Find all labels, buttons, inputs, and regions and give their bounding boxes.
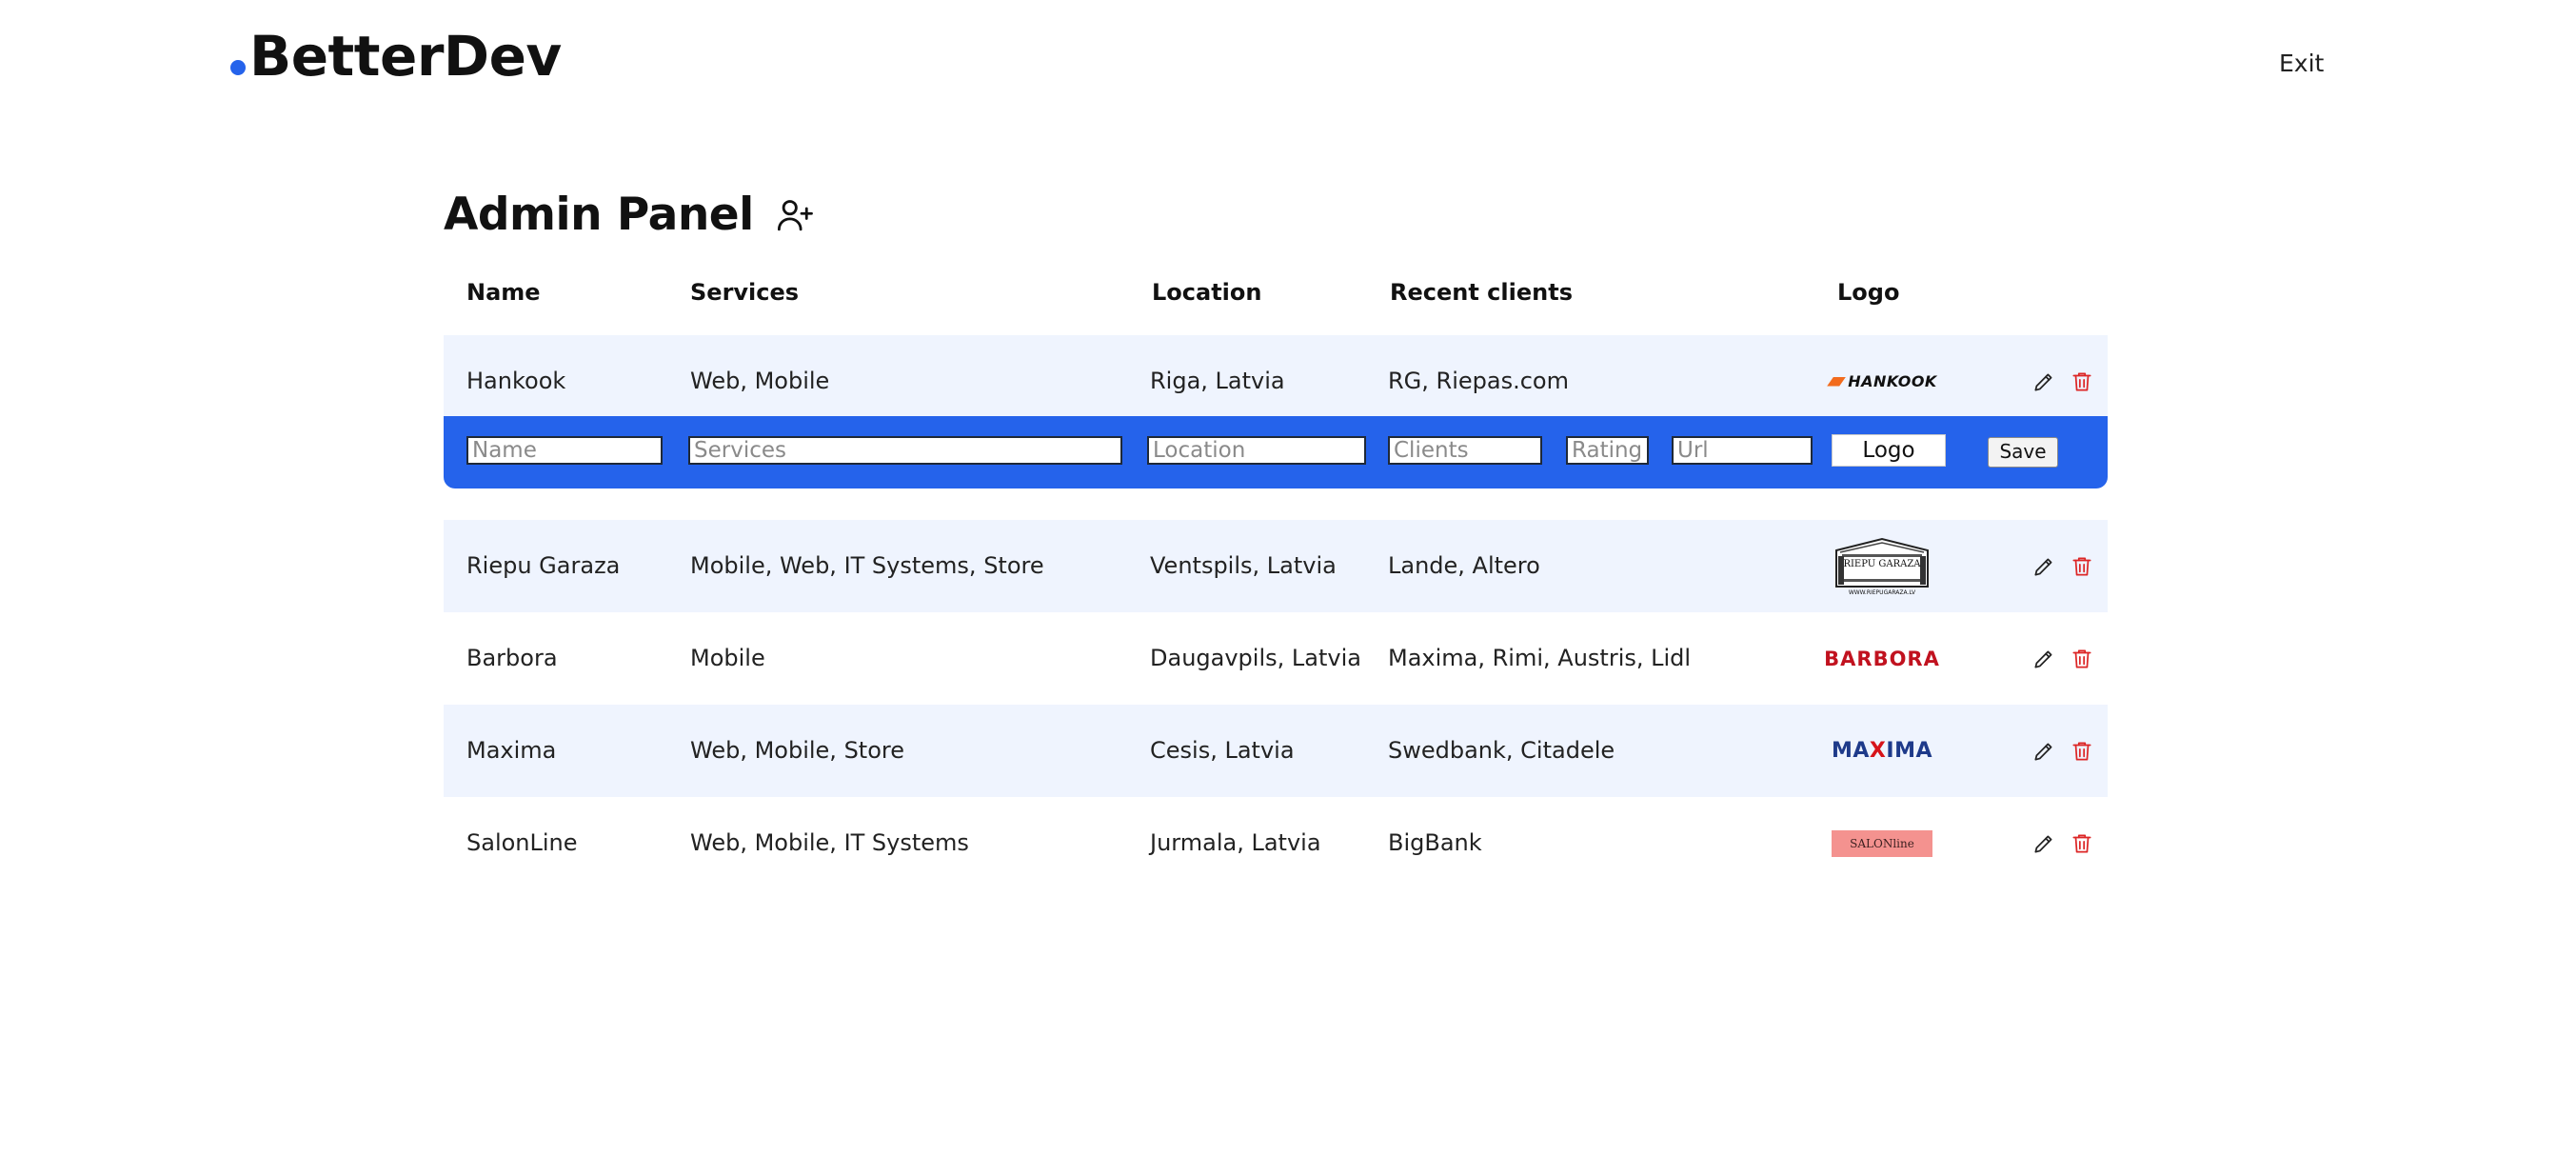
url-input[interactable] xyxy=(1672,436,1813,465)
cell-location: Ventspils, Latvia xyxy=(1150,552,1337,579)
pencil-icon[interactable] xyxy=(2031,554,2056,579)
table-row[interactable]: Maxima Web, Mobile, Store Cesis, Latvia … xyxy=(444,705,2108,797)
svg-text:WWW.RIEPUGARAZA.LV: WWW.RIEPUGARAZA.LV xyxy=(1849,589,1916,596)
save-button[interactable]: Save xyxy=(1988,437,2058,468)
column-header-name: Name xyxy=(466,279,541,306)
cell-location: Daugavpils, Latvia xyxy=(1150,645,1361,671)
cell-name: Riepu Garaza xyxy=(466,552,621,579)
table-row[interactable]: Riepu Garaza Mobile, Web, IT Systems, St… xyxy=(444,520,2108,612)
cell-name: Hankook xyxy=(466,368,566,394)
pencil-icon[interactable] xyxy=(2031,739,2056,764)
table-row[interactable]: Hankook Web, Mobile Riga, Latvia RG, Rie… xyxy=(444,335,2108,416)
column-header-logo: Logo xyxy=(1837,279,1900,306)
rating-input[interactable] xyxy=(1566,436,1649,465)
table-header: Name Services Location Recent clients Lo… xyxy=(444,271,2108,334)
column-header-location: Location xyxy=(1152,279,1262,306)
logo-text: HANKOOK xyxy=(1848,372,1937,390)
location-input[interactable] xyxy=(1147,436,1366,465)
name-input[interactable] xyxy=(466,436,663,465)
page-header: Admin Panel xyxy=(444,189,815,242)
riepu-garaza-logo-icon: RIEPU GARAZA WWW.RIEPUGARAZA.LV xyxy=(1835,537,1929,596)
company-logo: MAXIMA xyxy=(1830,705,1934,797)
svg-text:RIEPU GARAZA: RIEPU GARAZA xyxy=(1843,559,1921,569)
cell-clients: RG, Riepas.com xyxy=(1388,368,1569,394)
company-logo: SALONline xyxy=(1830,797,1934,889)
pencil-icon[interactable] xyxy=(2031,369,2056,394)
company-logo: HANKOOK xyxy=(1827,335,1937,428)
cell-services: Mobile xyxy=(690,645,765,671)
row-actions xyxy=(2031,520,2094,612)
user-plus-icon[interactable] xyxy=(775,195,815,235)
company-logo: RIEPU GARAZA WWW.RIEPUGARAZA.LV xyxy=(1830,520,1934,612)
row-actions xyxy=(2031,612,2094,705)
cell-location: Riga, Latvia xyxy=(1150,368,1285,394)
logo-text: SALONline xyxy=(1832,829,1932,857)
pencil-icon[interactable] xyxy=(2031,647,2056,671)
logo-upload-button[interactable]: Logo xyxy=(1832,434,1946,467)
cell-services: Web, Mobile xyxy=(690,368,830,394)
page-title: Admin Panel xyxy=(444,189,754,241)
table-row[interactable]: Barbora Mobile Daugavpils, Latvia Maxima… xyxy=(444,612,2108,705)
trash-icon[interactable] xyxy=(2070,554,2094,579)
edit-form-row: Logo Save xyxy=(444,416,2108,488)
cell-name: Barbora xyxy=(466,645,558,671)
cell-location: Jurmala, Latvia xyxy=(1150,829,1321,856)
cell-name: SalonLine xyxy=(466,829,578,856)
row-actions xyxy=(2031,335,2094,428)
cell-services: Mobile, Web, IT Systems, Store xyxy=(690,552,1044,579)
cell-services: Web, Mobile, IT Systems xyxy=(690,829,969,856)
cell-name: Maxima xyxy=(466,737,557,764)
company-logo: BARBORA xyxy=(1824,612,1939,705)
cell-location: Cesis, Latvia xyxy=(1150,737,1295,764)
trash-icon[interactable] xyxy=(2070,739,2094,764)
column-header-services: Services xyxy=(690,279,800,306)
exit-link[interactable]: Exit xyxy=(2279,50,2324,77)
hankook-mark-icon xyxy=(1827,376,1847,387)
column-header-clients: Recent clients xyxy=(1390,279,1573,306)
brand-logo[interactable]: BetterDev xyxy=(230,29,562,84)
cell-clients: BigBank xyxy=(1388,829,1482,856)
logo-text: MAXIMA xyxy=(1832,739,1932,763)
trash-icon[interactable] xyxy=(2070,831,2094,856)
companies-table: Name Services Location Recent clients Lo… xyxy=(444,271,2108,857)
cell-clients: Swedbank, Citadele xyxy=(1388,737,1615,764)
cell-clients: Maxima, Rimi, Austris, Lidl xyxy=(1388,645,1692,671)
trash-icon[interactable] xyxy=(2070,647,2094,671)
cell-clients: Lande, Altero xyxy=(1388,552,1540,579)
clients-input[interactable] xyxy=(1388,436,1542,465)
cell-services: Web, Mobile, Store xyxy=(690,737,904,764)
brand-name: BetterDev xyxy=(249,24,562,89)
table-row[interactable]: SalonLine Web, Mobile, IT Systems Jurmal… xyxy=(444,797,2108,889)
brand-dot xyxy=(230,60,246,75)
trash-icon[interactable] xyxy=(2070,369,2094,394)
logo-text: BARBORA xyxy=(1824,647,1940,670)
services-input[interactable] xyxy=(688,436,1122,465)
row-actions xyxy=(2031,705,2094,797)
row-actions xyxy=(2031,797,2094,889)
pencil-icon[interactable] xyxy=(2031,831,2056,856)
